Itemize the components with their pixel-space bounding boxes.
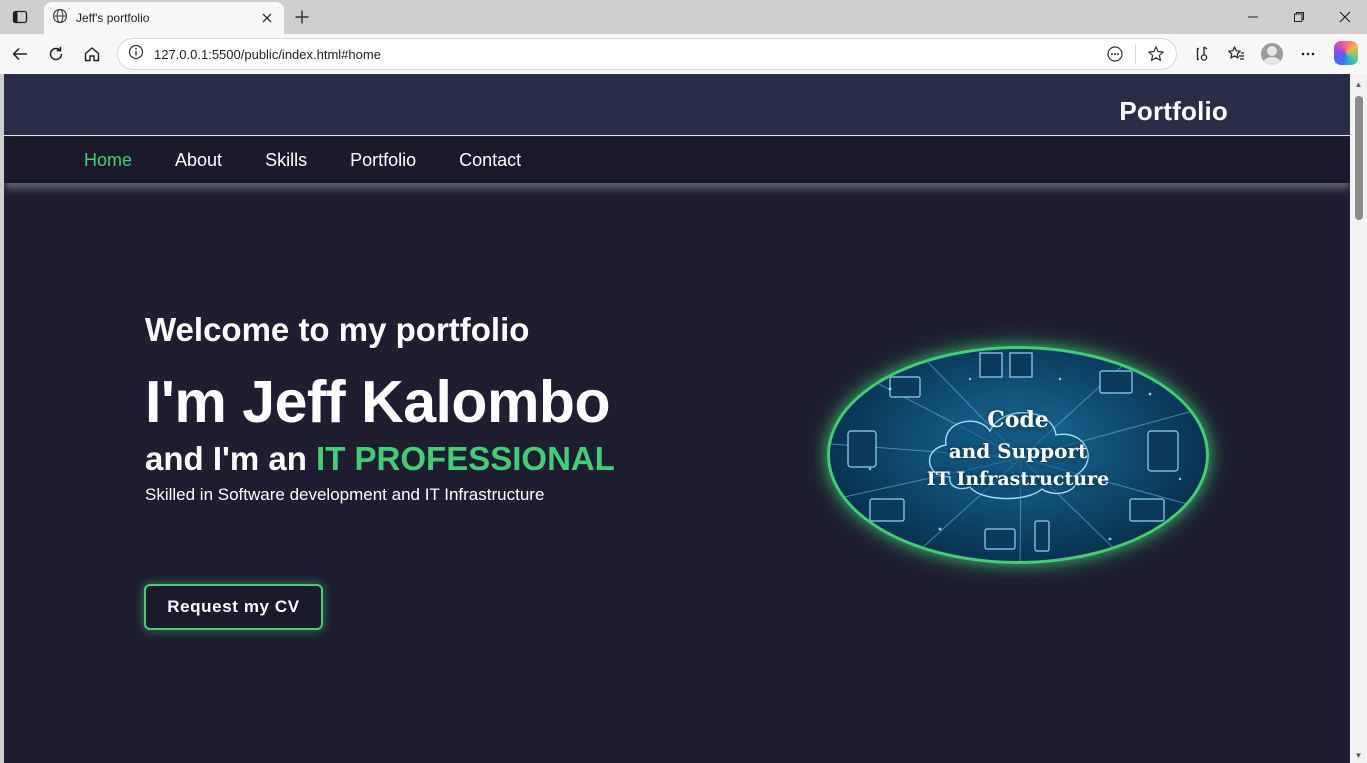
minimize-icon[interactable] bbox=[1230, 0, 1276, 34]
profile-avatar-icon[interactable] bbox=[1261, 43, 1283, 65]
close-window-icon[interactable] bbox=[1322, 0, 1367, 34]
omnibox-divider bbox=[1135, 44, 1136, 64]
tab-actions-icon[interactable] bbox=[7, 5, 33, 29]
page-viewport: Portfolio Home About Skills Portfolio Co… bbox=[4, 74, 1350, 763]
site-brand[interactable]: Portfolio bbox=[1119, 96, 1228, 127]
close-tab-icon[interactable] bbox=[258, 9, 276, 27]
favorites-icon[interactable] bbox=[1222, 40, 1250, 68]
hero-section: Welcome to my portfolio I'm Jeff Kalombo… bbox=[145, 311, 785, 505]
nav-link-contact[interactable]: Contact bbox=[459, 150, 521, 171]
url-text[interactable]: 127.0.0.1:5500/public/index.html#home bbox=[154, 47, 1101, 62]
new-tab-icon[interactable] bbox=[290, 5, 314, 29]
browser-toolbar: 127.0.0.1:5500/public/index.html#home bbox=[0, 34, 1367, 74]
hero-skills: Skilled in Software development and IT I… bbox=[145, 485, 545, 505]
globe-icon bbox=[52, 8, 68, 29]
hero-name: I'm Jeff Kalombo bbox=[145, 369, 610, 436]
scrollbar-thumb[interactable] bbox=[1355, 96, 1363, 220]
extensions-icon[interactable] bbox=[1187, 40, 1215, 68]
hero-image: Code and Support IT Infrastructure bbox=[827, 346, 1209, 564]
site-info-icon[interactable] bbox=[128, 44, 144, 65]
copilot-icon[interactable] bbox=[1334, 41, 1358, 65]
request-cv-button[interactable]: Request my CV bbox=[144, 584, 323, 630]
hero-welcome: Welcome to my portfolio bbox=[145, 311, 530, 348]
site-header: Portfolio bbox=[4, 74, 1350, 136]
nav-link-portfolio[interactable]: Portfolio bbox=[350, 150, 416, 171]
favorite-star-icon[interactable] bbox=[1142, 40, 1170, 68]
restore-icon[interactable] bbox=[1276, 0, 1322, 34]
site-nav: Home About Skills Portfolio Contact bbox=[4, 137, 1350, 183]
hero-role-prefix: and I'm an bbox=[145, 440, 317, 478]
browser-tab[interactable]: Jeff's portfolio bbox=[44, 2, 284, 34]
image-caption-line-1: Code bbox=[987, 407, 1049, 433]
nav-link-about[interactable]: About bbox=[175, 150, 222, 171]
nav-link-home[interactable]: Home bbox=[84, 150, 132, 171]
nav-link-skills[interactable]: Skills bbox=[265, 150, 307, 171]
browser-tab-bar: Jeff's portfolio bbox=[0, 0, 1367, 34]
page-scrollbar[interactable]: ▲ ▼ bbox=[1350, 74, 1367, 763]
hero-role: and I'm an IT PROFESSIONAL bbox=[145, 441, 785, 477]
scroll-down-arrow-icon[interactable]: ▼ bbox=[1354, 751, 1363, 760]
more-menu-icon[interactable] bbox=[1294, 40, 1322, 68]
scroll-up-arrow-icon[interactable]: ▲ bbox=[1354, 80, 1363, 89]
reading-view-icon[interactable] bbox=[1101, 40, 1129, 68]
home-icon[interactable] bbox=[78, 40, 106, 68]
image-caption-line-3: IT Infrastructure bbox=[926, 468, 1110, 490]
back-icon[interactable] bbox=[6, 40, 34, 68]
hero-role-accent: IT PROFESSIONAL bbox=[316, 440, 615, 478]
address-bar[interactable]: 127.0.0.1:5500/public/index.html#home bbox=[117, 38, 1177, 70]
tab-title: Jeff's portfolio bbox=[76, 11, 150, 25]
reload-icon[interactable] bbox=[42, 40, 70, 68]
image-caption-line-2: and Support bbox=[948, 439, 1088, 463]
nav-list: Home About Skills Portfolio Contact bbox=[84, 150, 564, 171]
